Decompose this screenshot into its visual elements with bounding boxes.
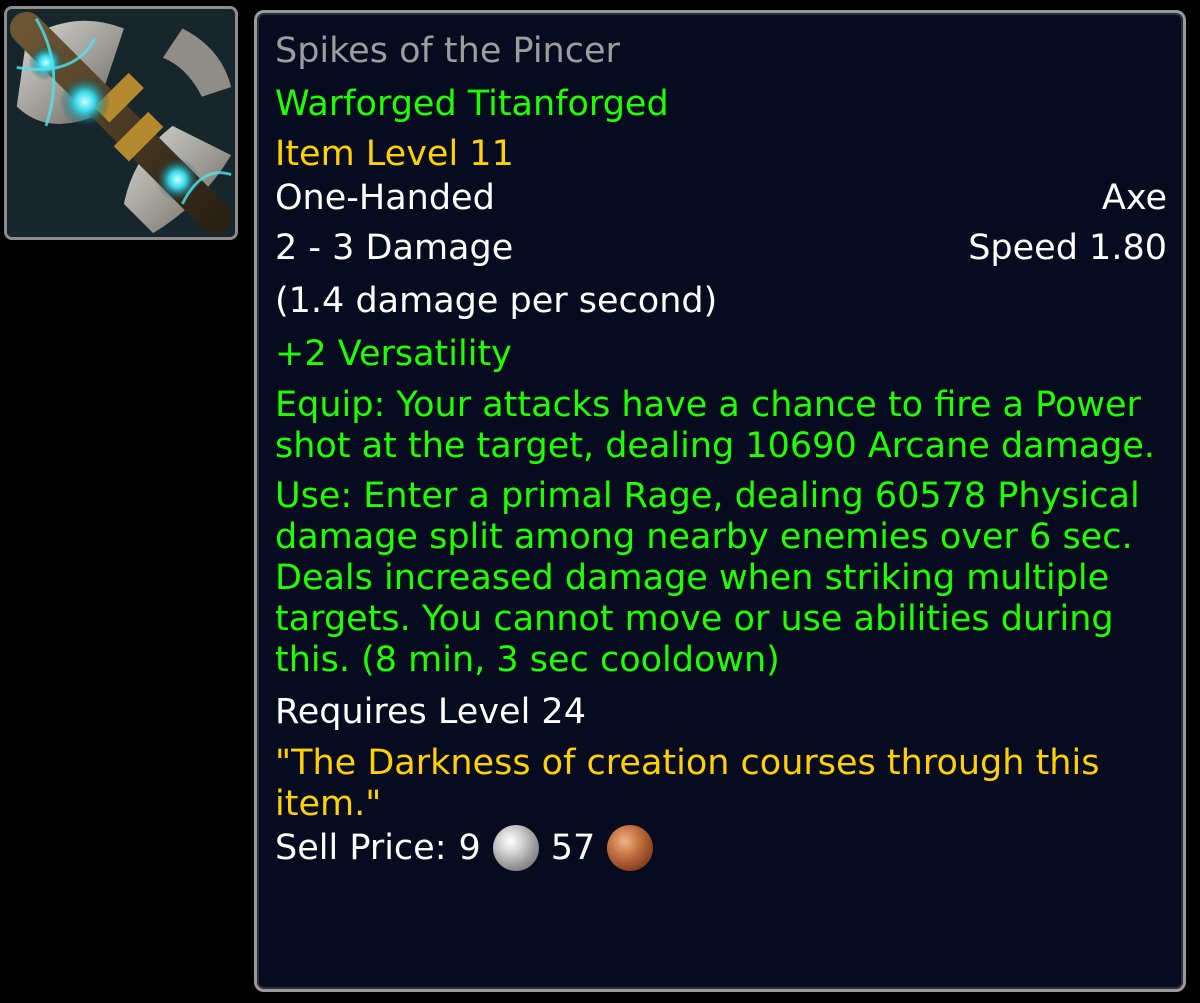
sell-price-label: Sell Price: (275, 828, 447, 868)
sell-price: Sell Price: 9 57 (275, 825, 1167, 871)
level-requirement: Requires Level 24 (275, 692, 586, 732)
item-level: Item Level 11 (275, 134, 514, 174)
item-type: Axe (1101, 178, 1167, 218)
screen: Spikes of the Pincer Warforged Titanforg… (0, 0, 1200, 1003)
item-damage: 2 - 3 Damage (275, 228, 514, 268)
damage-row: 2 - 3 Damage Speed 1.80 (275, 226, 1167, 270)
item-tooltip: Spikes of the Pincer Warforged Titanforg… (254, 10, 1186, 992)
item-speed: Speed 1.80 (968, 228, 1167, 268)
item-upgrade-tag: Warforged Titanforged (275, 84, 669, 124)
flavor-text: "The Darkness of creation courses throug… (275, 743, 1100, 824)
tooltip-content: Spikes of the Pincer Warforged Titanforg… (275, 29, 1167, 979)
item-stat: +2 Versatility (275, 334, 512, 374)
item-slot: One-Handed (275, 178, 495, 218)
item-name: Spikes of the Pincer (275, 31, 620, 71)
slot-row: One-Handed Axe (275, 176, 1167, 220)
copper-amount: 57 (550, 828, 596, 868)
use-effect: Use: Enter a primal Rage, dealing 60578 … (275, 476, 1140, 680)
copper-coin-icon (607, 825, 654, 871)
axe-icon[interactable] (4, 6, 238, 240)
silver-amount: 9 (458, 828, 481, 868)
item-dps: (1.4 damage per second) (275, 281, 718, 321)
axe-icon-art (7, 9, 235, 237)
equip-effect: Equip: Your attacks have a chance to fir… (275, 385, 1156, 466)
silver-coin-icon (492, 825, 539, 871)
